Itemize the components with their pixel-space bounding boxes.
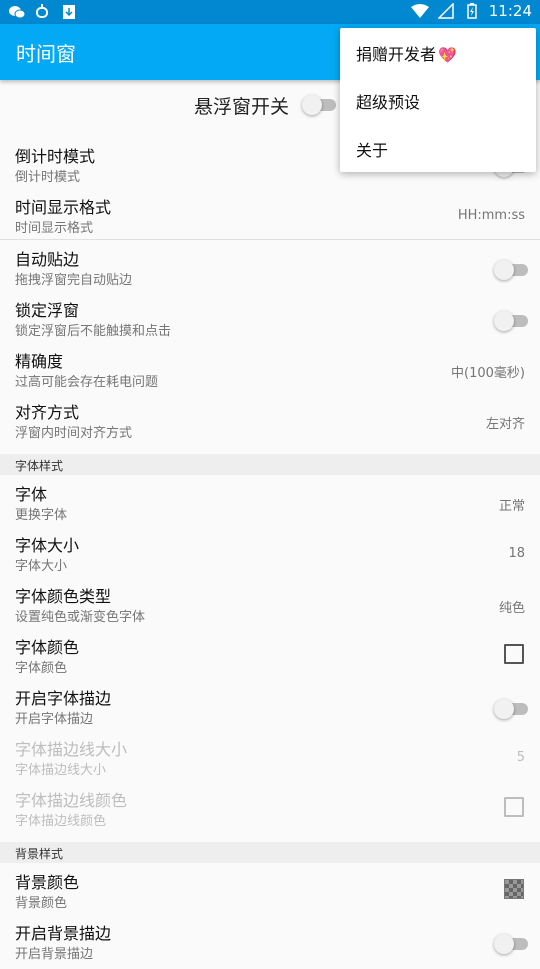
- row-title: 开启字体描边: [15, 689, 112, 708]
- bug-icon: [34, 3, 52, 21]
- menu-item-label: 捐赠开发者: [356, 45, 437, 64]
- row-subtitle: 开启背景描边: [15, 947, 94, 962]
- row-title: 对齐方式: [15, 403, 80, 422]
- font-size-row[interactable]: 字体大小 字体大小 18: [0, 530, 540, 581]
- section-background-style: 背景样式: [0, 842, 540, 863]
- menu-item-about[interactable]: 关于: [340, 124, 536, 172]
- alignment-value: 左对齐: [485, 417, 525, 432]
- status-bar: 11:24: [0, 0, 540, 24]
- font-color-type-row[interactable]: 字体颜色类型 设置纯色或渐变色字体 纯色: [0, 581, 540, 632]
- row-subtitle: 锁定浮窗后不能触摸和点击: [15, 324, 172, 339]
- row-subtitle: 字体大小: [15, 559, 68, 574]
- font-stroke-size-value: 5: [516, 750, 525, 765]
- row-subtitle: 字体颜色: [15, 661, 68, 676]
- row-title: 精确度: [15, 352, 64, 371]
- row-subtitle: 时间显示格式: [15, 221, 94, 236]
- row-title: 字体描边线颜色: [15, 791, 128, 810]
- background-stroke-row[interactable]: 开启背景描边 开启背景描边: [0, 918, 540, 969]
- row-subtitle: 拖拽浮窗完自动贴边: [15, 273, 133, 288]
- row-title: 自动贴边: [15, 250, 80, 269]
- background-color-swatch[interactable]: [504, 879, 524, 899]
- time-format-value: HH:mm:ss: [457, 208, 525, 223]
- menu-item-label: 超级预设: [356, 93, 421, 112]
- background-stroke-switch[interactable]: [494, 931, 530, 955]
- row-title: 字体描边线大小: [15, 740, 128, 759]
- alignment-row[interactable]: 对齐方式 浮窗内时间对齐方式 左对齐: [0, 397, 540, 448]
- float-window-switch[interactable]: [302, 92, 338, 116]
- row-title: 字体: [15, 485, 48, 504]
- section-title: 字体样式: [15, 459, 64, 473]
- app-title: 时间窗: [16, 42, 76, 66]
- row-subtitle: 字体描边线颜色: [15, 814, 107, 829]
- row-subtitle: 过高可能会存在耗电问题: [15, 375, 159, 390]
- battery-icon: [463, 2, 481, 20]
- row-title: 时间显示格式: [15, 198, 112, 217]
- precision-row[interactable]: 精确度 过高可能会存在耗电问题 中(100毫秒): [0, 346, 540, 397]
- divider: [0, 239, 540, 240]
- font-row[interactable]: 字体 更换字体 正常: [0, 479, 540, 530]
- font-size-value: 18: [508, 546, 525, 561]
- float-window-toggle-label: 悬浮窗开关: [194, 96, 290, 118]
- font-stroke-row[interactable]: 开启字体描边 开启字体描边: [0, 683, 540, 734]
- row-title: 开启背景描边: [15, 924, 112, 943]
- row-title: 字体颜色: [15, 638, 80, 657]
- menu-item-donate[interactable]: 捐赠开发者 💖: [340, 28, 536, 76]
- row-subtitle: 倒计时模式: [15, 170, 81, 185]
- background-color-row[interactable]: 背景颜色 背景颜色: [0, 867, 540, 918]
- row-title: 倒计时模式: [15, 147, 96, 166]
- wifi-icon: [410, 2, 429, 20]
- menu-item-super-preset[interactable]: 超级预设: [340, 76, 536, 124]
- font-stroke-color-checkbox: [504, 797, 524, 817]
- row-subtitle: 字体描边线大小: [15, 763, 107, 778]
- lock-window-switch[interactable]: [494, 308, 530, 332]
- row-subtitle: 浮窗内时间对齐方式: [15, 426, 133, 441]
- precision-value: 中(100毫秒): [451, 366, 525, 381]
- row-subtitle: 开启字体描边: [15, 712, 94, 727]
- wechat-icon: [8, 3, 26, 21]
- section-title: 背景样式: [15, 847, 64, 861]
- row-title: 锁定浮窗: [15, 301, 80, 320]
- font-color-checkbox[interactable]: [504, 644, 524, 664]
- lock-window-row[interactable]: 锁定浮窗 锁定浮窗后不能触摸和点击: [0, 295, 540, 346]
- heart-icon: 💖: [438, 46, 457, 64]
- auto-snap-row[interactable]: 自动贴边 拖拽浮窗完自动贴边: [0, 244, 540, 295]
- row-subtitle: 背景颜色: [15, 896, 68, 911]
- clock: 11:24: [488, 2, 532, 20]
- section-font-style: 字体样式: [0, 454, 540, 475]
- font-stroke-size-row: 字体描边线大小 字体描边线大小 5: [0, 734, 540, 785]
- font-stroke-color-row: 字体描边线颜色 字体描边线颜色: [0, 785, 540, 836]
- row-subtitle: 更换字体: [15, 508, 68, 523]
- signal-icon: [437, 2, 455, 20]
- download-icon: [60, 3, 78, 21]
- font-color-type-value: 纯色: [498, 601, 525, 616]
- row-title: 字体颜色类型: [15, 587, 112, 606]
- auto-snap-switch[interactable]: [494, 257, 530, 281]
- font-color-row[interactable]: 字体颜色 字体颜色: [0, 632, 540, 683]
- font-stroke-switch[interactable]: [494, 696, 530, 720]
- time-format-row[interactable]: 时间显示格式 时间显示格式 HH:mm:ss: [0, 192, 540, 243]
- row-subtitle: 设置纯色或渐变色字体: [15, 610, 146, 625]
- font-value: 正常: [498, 499, 525, 514]
- row-title: 字体大小: [15, 536, 80, 555]
- row-title: 背景颜色: [15, 873, 80, 892]
- menu-item-label: 关于: [356, 141, 389, 160]
- overflow-menu: 捐赠开发者 💖 超级预设 关于: [340, 28, 536, 172]
